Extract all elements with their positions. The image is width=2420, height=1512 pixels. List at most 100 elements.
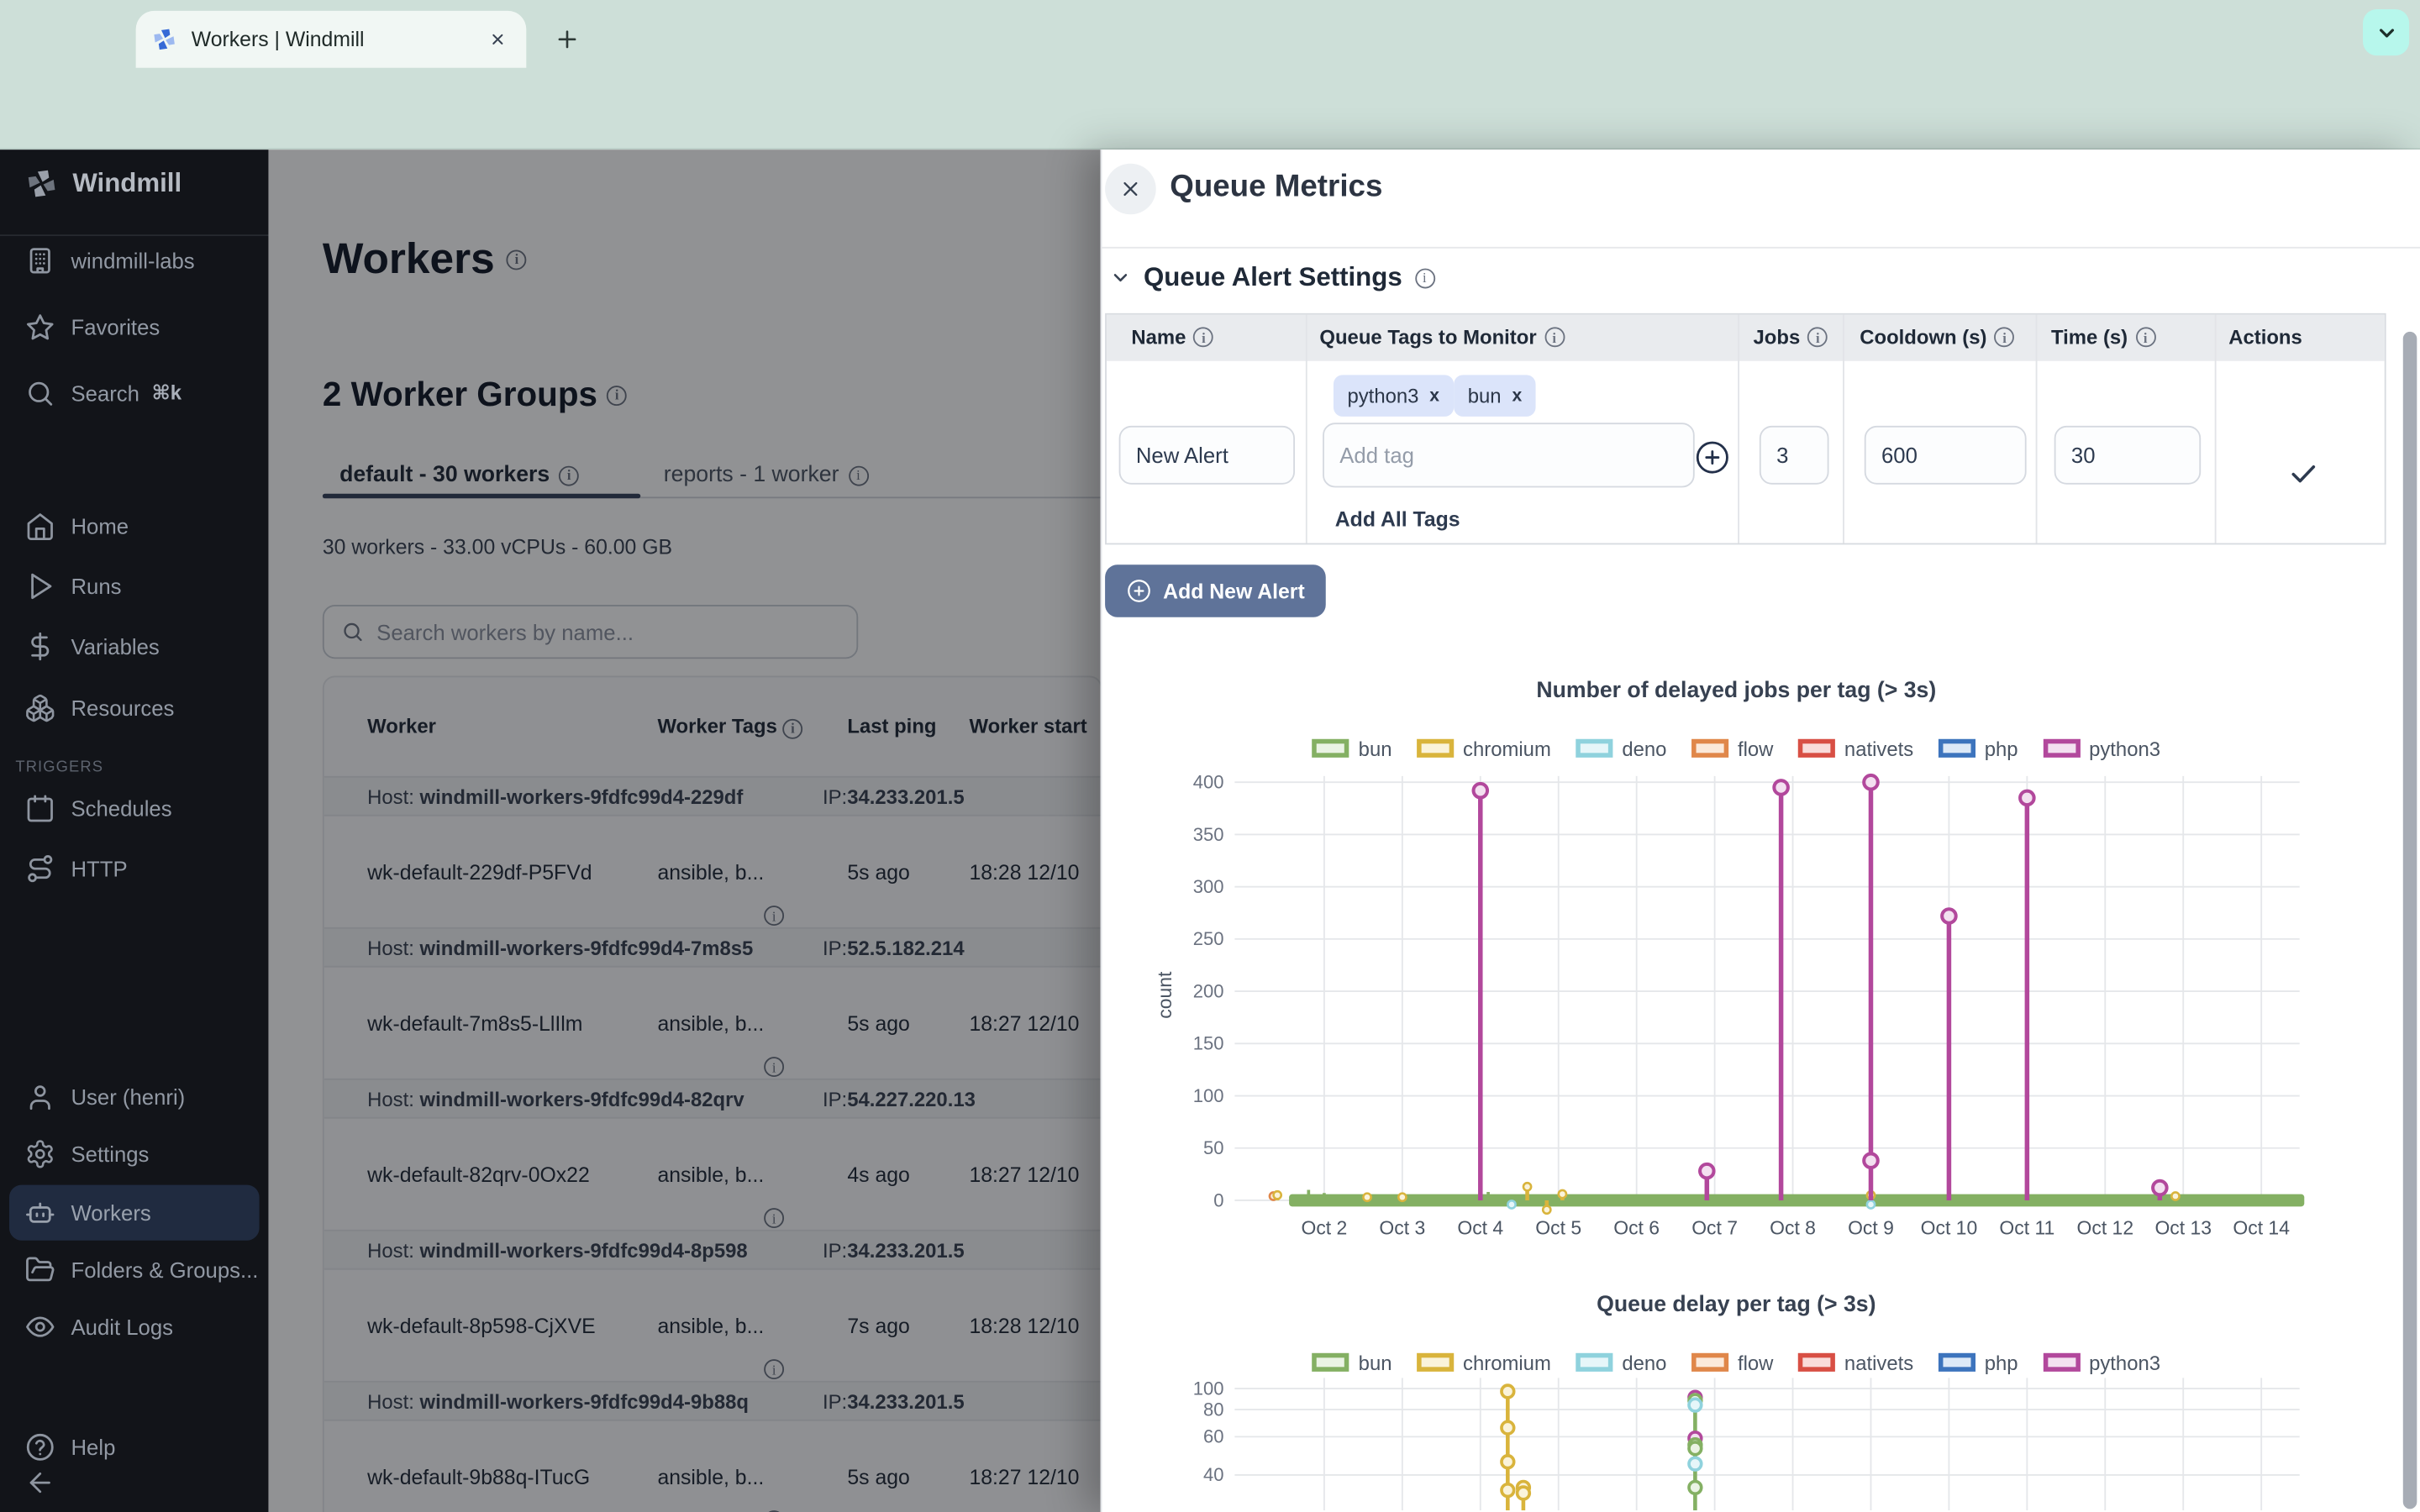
info-icon[interactable]: i	[1414, 268, 1434, 288]
info-icon[interactable]: i	[1995, 327, 2015, 347]
add-tag-input[interactable]	[1323, 423, 1695, 487]
sidebar-item-http[interactable]: HTTP	[0, 850, 269, 887]
close-icon	[1119, 177, 1143, 201]
confirm-check-icon[interactable]	[2287, 457, 2320, 490]
sidebar-item-resources[interactable]: Resources	[0, 690, 269, 727]
svg-text:Oct 4: Oct 4	[1457, 1216, 1503, 1238]
legend-item-flow[interactable]: flow	[1691, 1351, 1774, 1374]
sidebar-item-favorites[interactable]: Favorites	[0, 308, 269, 345]
sidebar-item-home[interactable]: Home	[0, 507, 269, 544]
legend-item-deno[interactable]: deno	[1576, 1351, 1666, 1374]
sidebar-item-folders-groups[interactable]: Folders & Groups...	[0, 1252, 269, 1289]
folder-open-icon	[24, 1254, 55, 1285]
sidebar-item-workers[interactable]: Workers	[0, 1194, 269, 1231]
legend-item-bun[interactable]: bun	[1313, 1351, 1392, 1374]
cooldown-input[interactable]	[1865, 426, 2027, 485]
svg-text:300: 300	[1193, 876, 1224, 897]
tab-search-button[interactable]	[2363, 9, 2409, 55]
boxes-icon	[24, 693, 55, 724]
svg-text:80: 80	[1203, 1399, 1224, 1420]
remove-tag-icon[interactable]: x	[1512, 386, 1522, 405]
add-new-alert-button[interactable]: Add New Alert	[1105, 564, 1326, 617]
search-icon	[24, 378, 55, 409]
alert-name-input[interactable]	[1119, 426, 1295, 485]
chart-plot: 100806040	[1150, 1378, 2323, 1510]
dollar-icon	[24, 631, 55, 662]
browser-toolbar: app.windmill.dev/workers	[0, 68, 2420, 150]
legend-item-nativets[interactable]: nativets	[1798, 737, 1913, 760]
time-input[interactable]	[2054, 426, 2201, 485]
svg-text:250: 250	[1193, 928, 1224, 949]
collapse-sidebar-button[interactable]	[0, 1464, 269, 1501]
legend-item-bun[interactable]: bun	[1313, 737, 1392, 760]
sidebar: Windmill windmill-labs Favorites Search …	[0, 150, 269, 1512]
tag-chip-python3[interactable]: python3 x	[1334, 375, 1454, 417]
help-circle-icon	[24, 1431, 55, 1462]
legend-item-php[interactable]: php	[1939, 1351, 2018, 1374]
alert-table-header: Namei Queue Tags to Monitori Jobsi Coold…	[1107, 315, 2385, 361]
svg-text:Oct 11: Oct 11	[1999, 1216, 2054, 1238]
tab-title: Workers | Windmill	[192, 28, 483, 51]
delayed-jobs-chart: Number of delayed jobs per tag (> 3s) bu…	[1150, 679, 2323, 1265]
windmill-logo[interactable]: Windmill	[24, 166, 182, 200]
col-cooldown: Cooldown (s)i	[1860, 326, 2014, 349]
tag-chip-bun[interactable]: bun x	[1454, 375, 1536, 417]
legend-item-chromium[interactable]: chromium	[1417, 737, 1551, 760]
arrow-left-icon	[24, 1467, 55, 1499]
info-icon[interactable]: i	[1194, 327, 1214, 347]
sidebar-item-workspace[interactable]: windmill-labs	[0, 242, 269, 279]
panel-scrollbar[interactable]	[2403, 332, 2417, 1509]
chart-legend: bun chromium deno flow nativets php python3	[1150, 1347, 2323, 1378]
info-icon[interactable]: i	[1544, 327, 1565, 347]
info-icon[interactable]: i	[2135, 327, 2155, 347]
legend-item-php[interactable]: php	[1939, 737, 2018, 760]
close-panel-button[interactable]	[1105, 164, 1156, 215]
info-icon[interactable]: i	[1807, 327, 1828, 347]
alert-settings-table: Namei Queue Tags to Monitori Jobsi Coold…	[1105, 313, 2386, 545]
add-tag-button[interactable]	[1695, 439, 1730, 475]
sidebar-item-settings[interactable]: Settings	[0, 1136, 269, 1173]
chart-legend: bun chromium deno flow nativets php python3	[1150, 732, 2323, 764]
legend-item-python3[interactable]: python3	[2043, 737, 2160, 760]
legend-item-python3[interactable]: python3	[2043, 1351, 2160, 1374]
sidebar-item-help[interactable]: Help	[0, 1429, 269, 1466]
tab-close-icon[interactable]	[483, 25, 511, 53]
svg-text:Oct 12: Oct 12	[2077, 1216, 2134, 1238]
play-icon	[24, 571, 55, 602]
legend-item-chromium[interactable]: chromium	[1417, 1351, 1551, 1374]
add-all-tags-link[interactable]: Add All Tags	[1335, 507, 1460, 531]
windmill-logo-icon	[24, 166, 58, 200]
svg-text:Oct 6: Oct 6	[1613, 1216, 1660, 1238]
svg-text:Oct 9: Oct 9	[1848, 1216, 1894, 1238]
new-tab-button[interactable]	[544, 17, 587, 60]
col-actions: Actions	[2228, 326, 2302, 349]
legend-item-nativets[interactable]: nativets	[1798, 1351, 1913, 1374]
svg-text:350: 350	[1193, 824, 1224, 845]
browser-tab[interactable]: Workers | Windmill	[136, 11, 527, 68]
col-tags: Queue Tags to Monitori	[1319, 326, 1564, 349]
svg-text:Oct 13: Oct 13	[2154, 1216, 2212, 1238]
sidebar-item-runs[interactable]: Runs	[0, 568, 269, 605]
svg-text:100: 100	[1193, 1378, 1224, 1399]
svg-text:Oct 3: Oct 3	[1379, 1216, 1425, 1238]
eye-icon	[24, 1311, 55, 1342]
sidebar-item-variables[interactable]: Variables	[0, 628, 269, 665]
legend-item-flow[interactable]: flow	[1691, 737, 1774, 760]
sidebar-item-audit-logs[interactable]: Audit Logs	[0, 1309, 269, 1346]
jobs-input[interactable]	[1760, 426, 1829, 485]
overlay-backdrop[interactable]	[269, 150, 1102, 1512]
sidebar-item-schedules[interactable]: Schedules	[0, 790, 269, 827]
alert-settings-section[interactable]: Queue Alert Settings i	[1110, 262, 1435, 293]
calendar-icon	[24, 793, 55, 824]
chevron-down-icon	[2375, 21, 2398, 45]
remove-tag-icon[interactable]: x	[1429, 386, 1439, 405]
col-jobs: Jobsi	[1754, 326, 1828, 349]
queue-metrics-panel: Queue Metrics Queue Alert Settings i Nam…	[1101, 150, 2420, 1512]
col-name: Namei	[1131, 326, 1213, 349]
sidebar-item-user[interactable]: User (henri)	[0, 1079, 269, 1116]
legend-item-deno[interactable]: deno	[1576, 737, 1666, 760]
sidebar-item-search[interactable]: Search ⌘k	[0, 375, 269, 412]
chart-title: Queue delay per tag (> 3s)	[1150, 1293, 2323, 1320]
panel-title: Queue Metrics	[1170, 170, 1382, 205]
svg-text:Oct 2: Oct 2	[1302, 1216, 1348, 1238]
